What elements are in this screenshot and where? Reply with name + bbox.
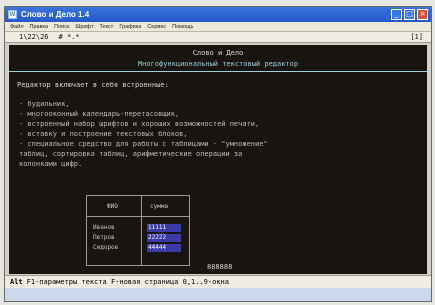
bullet-line: - вставку и построение текстовых блоков, <box>19 130 188 138</box>
status-marks: # *.* <box>58 33 80 41</box>
bullet-line: колонками цифр. <box>19 160 83 168</box>
hint-bar: Alt F1-параметры текста F-новая страница… <box>5 275 431 288</box>
bullet-line: - многооконный календарь-перетасовщик, <box>19 110 180 118</box>
bullet-line: таблиц, сортировка таблиц, арифметически… <box>19 150 243 158</box>
bullet-line: - будильник, <box>19 100 70 108</box>
hint-text: F1-параметры текста F-новая страница 0,1… <box>26 278 229 286</box>
divider <box>9 71 427 72</box>
cursor-position: 1\22\26 <box>19 33 49 41</box>
table-cell-name: Иванов <box>93 224 115 231</box>
minimize-button[interactable]: _ <box>391 9 402 20</box>
menu-search[interactable]: Поиск <box>51 24 72 30</box>
document-title: Слово и Дело <box>192 49 244 57</box>
alt-key-label: Alt <box>10 278 23 286</box>
table-cell-value[interactable]: 11111 <box>147 224 181 232</box>
close-button[interactable]: × <box>417 9 428 20</box>
data-table: ФИО сумма Иванов 11111 Петров 22222 Сидо… <box>86 195 190 266</box>
document-subtitle: Многофункциональный текстовый редактор <box>137 60 299 68</box>
bullet-line: - встроенный набор шрифтов и хороших воз… <box>19 120 260 128</box>
menu-file[interactable]: Файл <box>7 24 27 30</box>
menu-help[interactable]: Помощь <box>169 24 196 30</box>
table-cell-name: Петров <box>93 234 115 241</box>
menu-bar: Файл Правка Поиск Шрифт Текст Графика Се… <box>5 22 431 32</box>
table-cell-value[interactable]: 44444 <box>147 244 181 252</box>
maximize-button[interactable]: □ <box>404 9 415 20</box>
app-window: W Слово и Дело 1.4 _ □ × Файл Правка Пои… <box>4 6 432 302</box>
table-column-rule <box>141 196 142 265</box>
window-bottom-strip <box>5 288 431 301</box>
menu-font[interactable]: Шрифт <box>72 24 96 30</box>
page-number: 888888 <box>207 263 233 271</box>
table-cell-value[interactable]: 22222 <box>147 234 181 242</box>
text-editor-area[interactable]: Слово и Дело Многофункциональный текстов… <box>9 45 427 274</box>
menu-text[interactable]: Текст <box>96 24 116 30</box>
status-line: 1\22\26 # *.* [1] <box>5 32 431 43</box>
window-number: [1] <box>410 33 423 41</box>
table-header-name: ФИО <box>107 203 118 210</box>
app-icon: W <box>8 10 17 19</box>
window-title: Слово и Дело 1.4 <box>21 10 90 19</box>
menu-edit[interactable]: Правка <box>27 24 52 30</box>
title-bar[interactable]: W Слово и Дело 1.4 _ □ × <box>5 7 431 22</box>
table-header-sum: сумма <box>150 203 169 210</box>
bullet-line: - специальное средство для работы с табл… <box>19 140 268 148</box>
table-cell-name: Сидоров <box>93 244 119 251</box>
table-header-rule <box>87 216 189 217</box>
menu-service[interactable]: Сервис <box>144 24 169 30</box>
menu-graphics[interactable]: Графика <box>116 24 144 30</box>
intro-line: Редактор включает в себя встроенные: <box>17 81 169 89</box>
